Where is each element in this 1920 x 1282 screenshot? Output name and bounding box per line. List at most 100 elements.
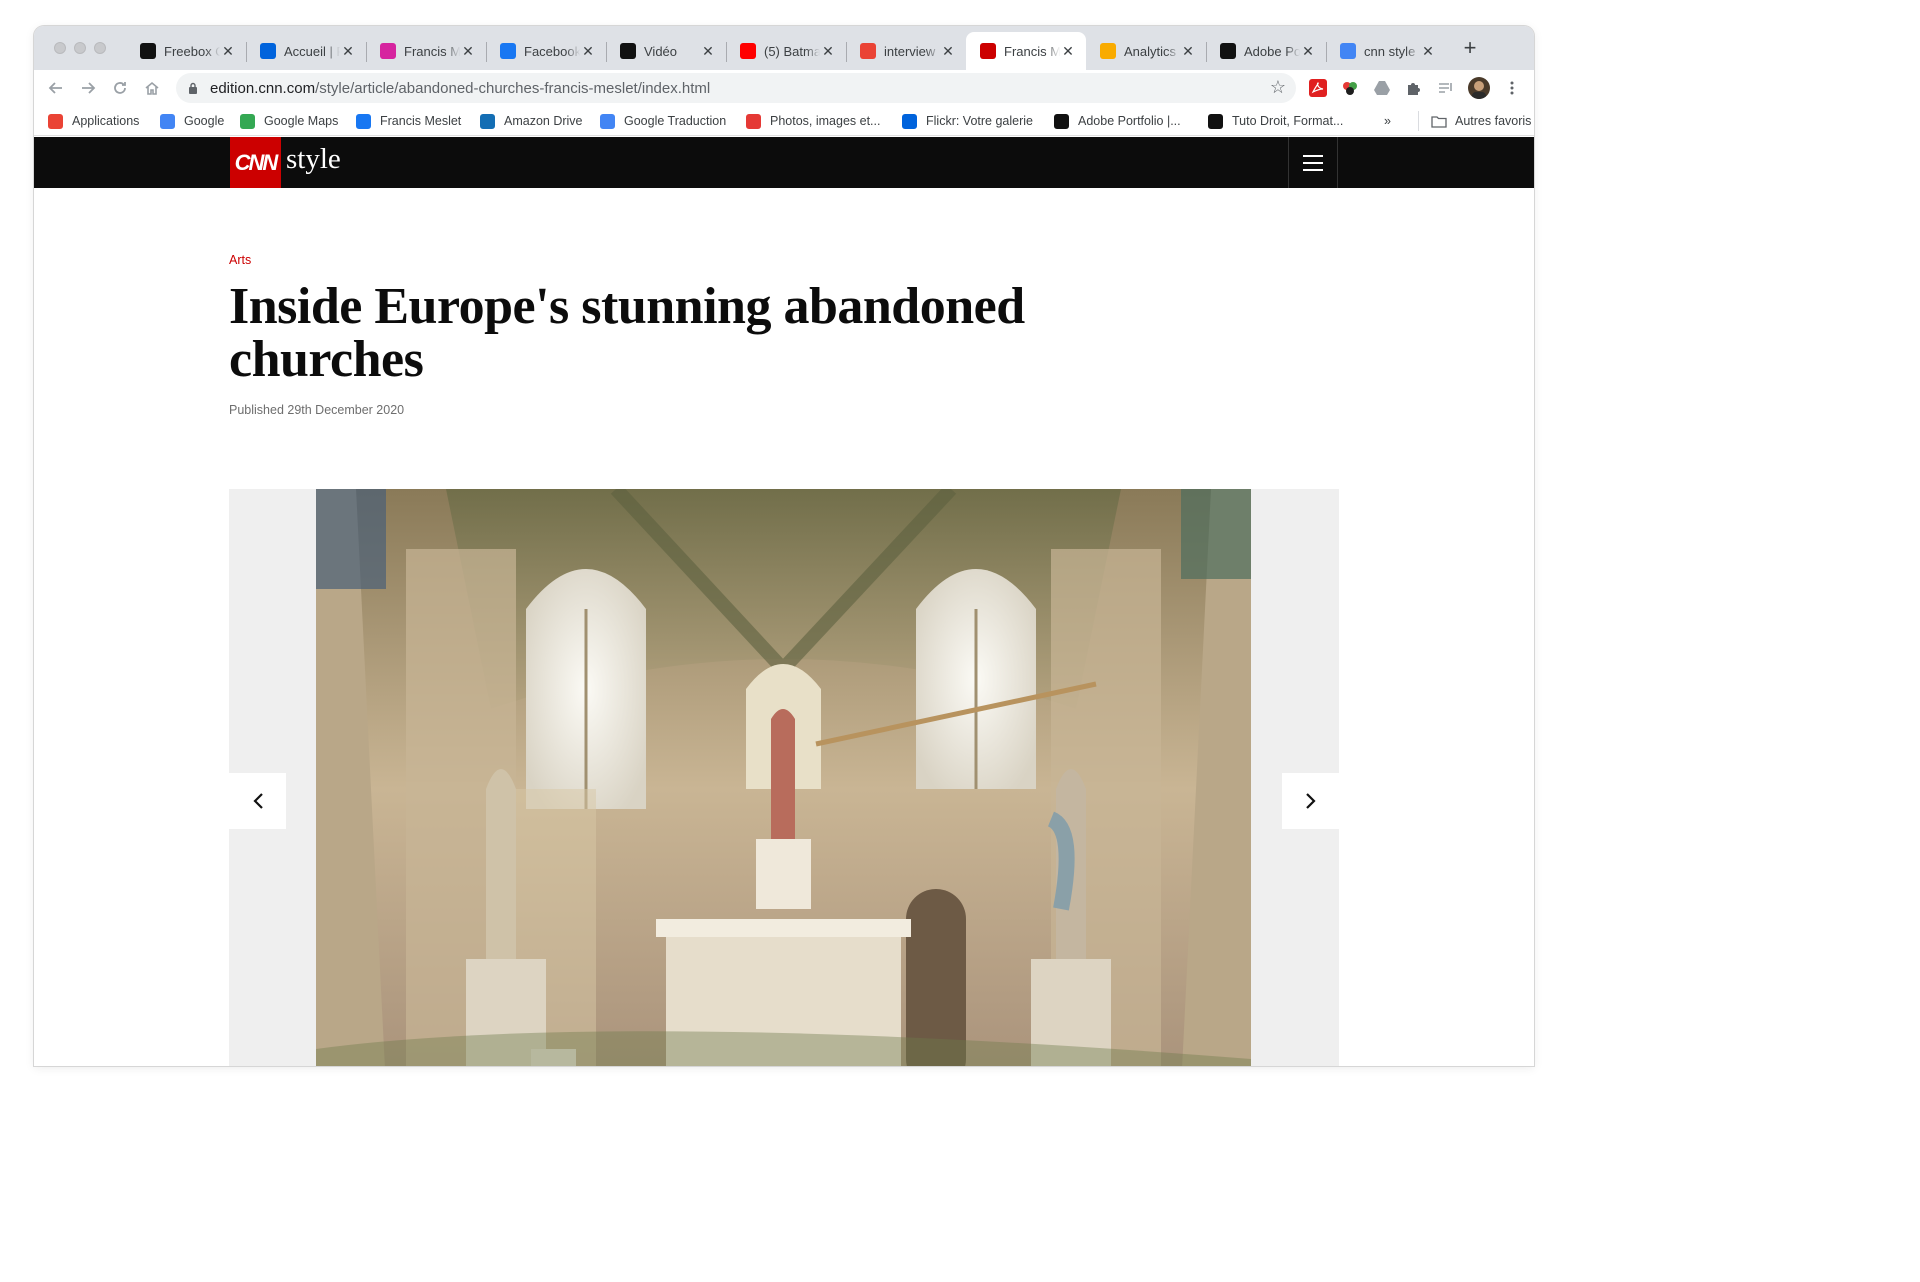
other-bookmarks-folder[interactable]: Autres favoris — [1418, 111, 1531, 131]
chevron-left-icon — [252, 793, 263, 809]
close-tab-icon[interactable]: ✕ — [460, 43, 476, 59]
profile-avatar[interactable] — [1468, 77, 1490, 99]
section-wordmark[interactable]: style — [286, 143, 341, 176]
arrow-right-icon — [82, 82, 96, 94]
close-tab-icon[interactable]: ✕ — [1300, 43, 1316, 59]
bookmarks-overflow-label: » — [1384, 114, 1391, 128]
other-bookmarks-label: Autres favoris — [1455, 114, 1532, 128]
minimize-window-button[interactable] — [74, 42, 86, 54]
translate-icon — [600, 113, 615, 129]
chevron-right-icon — [1305, 793, 1316, 809]
gallery-photo — [316, 489, 1251, 1066]
bookmarks-overflow-button[interactable]: » — [1384, 111, 1391, 131]
bookmark-item[interactable]: Francis Meslet — [356, 111, 461, 131]
browser-tab[interactable]: Freebox OS✕ — [126, 32, 246, 70]
browser-toolbar: edition.cnn.com/style/article/abandoned-… — [34, 70, 1534, 106]
close-window-button[interactable] — [54, 42, 66, 54]
church-interior-photo — [316, 489, 1251, 1066]
site-header: CNN style — [34, 137, 1534, 188]
browser-tab[interactable]: Adobe Portfolio✕ — [1206, 32, 1326, 70]
bookmark-label: Google Maps — [264, 114, 339, 128]
url-text: edition.cnn.com/style/article/abandoned-… — [210, 80, 710, 97]
new-tab-button[interactable]: + — [1460, 35, 1480, 60]
close-tab-icon[interactable]: ✕ — [580, 43, 596, 59]
close-tab-icon[interactable]: ✕ — [820, 43, 836, 59]
browser-tab[interactable]: interview ✕ — [846, 32, 966, 70]
published-date: Published 29th December 2020 — [229, 403, 405, 417]
tab-title: Adobe Portfolio — [1244, 43, 1300, 59]
browser-tab[interactable]: Vidéo ✕ — [606, 32, 726, 70]
back-button[interactable] — [44, 76, 68, 100]
apps-grid-icon — [48, 113, 63, 129]
photos-icon — [746, 113, 761, 129]
flickr-icon — [902, 113, 917, 129]
browser-tab[interactable]: Analytics ✕ — [1086, 32, 1206, 70]
color-extension-icon[interactable] — [1340, 78, 1360, 98]
tab-title: Analytics — [1124, 43, 1177, 59]
reload-button[interactable] — [108, 76, 132, 100]
hamburger-menu-button[interactable] — [1288, 137, 1338, 188]
extensions-puzzle-icon[interactable] — [1404, 78, 1424, 98]
forward-button[interactable] — [76, 76, 100, 100]
tab-title: Accueil | Flickr — [284, 43, 340, 59]
folder-icon — [1431, 115, 1447, 128]
browser-tab[interactable]: Accueil | Flickr✕ — [246, 32, 366, 70]
flickr-icon — [260, 43, 276, 59]
article-headline: Inside Europe's stunning abandoned churc… — [229, 278, 1025, 388]
bookmark-item[interactable]: Adobe Portfolio |... — [1054, 111, 1181, 131]
bookmark-item[interactable]: Applications — [48, 111, 139, 131]
reload-icon — [114, 82, 126, 94]
gallery-next-button[interactable] — [1282, 773, 1339, 829]
bookmark-item[interactable]: Google — [160, 111, 224, 131]
acrobat-extension-icon[interactable] — [1308, 78, 1328, 98]
cnn-logo-text: CNN — [234, 149, 279, 175]
cnn-style-icon — [980, 43, 996, 59]
gallery-prev-button[interactable] — [229, 773, 286, 829]
maps-pin-icon — [240, 113, 255, 129]
lock-icon — [189, 82, 197, 94]
browser-tab[interactable]: Francis Meslet✕ — [966, 32, 1086, 70]
cnn-logo[interactable]: CNN — [230, 137, 281, 188]
bookmark-item[interactable]: Amazon Drive — [480, 111, 583, 131]
browser-tab[interactable]: Facebook ✕ — [486, 32, 606, 70]
tab-title: (5) Batman — [764, 43, 820, 59]
browser-tab[interactable]: cnn style ✕ — [1326, 32, 1446, 70]
bookmark-item[interactable]: Flickr: Votre galerie — [902, 111, 1033, 131]
browser-window: Freebox OS✕Accueil | Flickr✕Francis Mesl… — [34, 26, 1534, 1066]
close-tab-icon[interactable]: ✕ — [700, 43, 716, 59]
adobe-portfolio-icon — [1054, 113, 1069, 129]
browser-menu-icon[interactable] — [1502, 78, 1522, 98]
zoom-window-button[interactable] — [94, 42, 106, 54]
bookmark-item[interactable]: Photos, images et... — [746, 111, 880, 131]
browser-tab[interactable]: Francis Meslet✕ — [366, 32, 486, 70]
bookmark-item[interactable]: Google Traduction — [600, 111, 726, 131]
tab-title: Freebox OS — [164, 43, 220, 59]
url-path: /style/article/abandoned-churches-franci… — [315, 80, 711, 97]
window-controls — [54, 42, 106, 54]
bookmark-star-icon[interactable]: ☆ — [1270, 77, 1286, 98]
close-tab-icon[interactable]: ✕ — [340, 43, 356, 59]
close-tab-icon[interactable]: ✕ — [220, 43, 236, 59]
close-tab-icon[interactable]: ✕ — [940, 43, 956, 59]
bookmark-item[interactable]: Google Maps — [240, 111, 338, 131]
facebook-icon — [500, 43, 516, 59]
article-section-kicker[interactable]: Arts — [229, 253, 251, 267]
bookmark-label: Applications — [72, 114, 140, 128]
instagram-icon — [380, 43, 396, 59]
home-button[interactable] — [140, 76, 164, 100]
close-tab-icon[interactable]: ✕ — [1420, 43, 1436, 59]
bookmarks-bar: » Autres favoris Applications Google Googl… — [34, 106, 1534, 136]
tab-title: interview — [884, 43, 936, 59]
tab-title: Facebook — [524, 43, 580, 59]
bookmark-item[interactable]: Tuto Droit, Format... — [1208, 111, 1343, 131]
google-drive-extension-icon[interactable] — [1372, 78, 1392, 98]
browser-tab[interactable]: (5) Batman✕ — [726, 32, 846, 70]
close-tab-icon[interactable]: ✕ — [1180, 43, 1196, 59]
close-tab-icon[interactable]: ✕ — [1060, 43, 1076, 59]
address-bar[interactable]: edition.cnn.com/style/article/abandoned-… — [176, 73, 1296, 103]
web-page: CNN style Arts Inside Europe's stunning … — [34, 137, 1534, 1066]
video-icon — [620, 43, 636, 59]
tab-list: Freebox OS✕Accueil | Flickr✕Francis Mesl… — [126, 32, 1446, 70]
media-queue-icon[interactable] — [1436, 78, 1456, 98]
tab-title: Francis Meslet — [1004, 43, 1060, 59]
